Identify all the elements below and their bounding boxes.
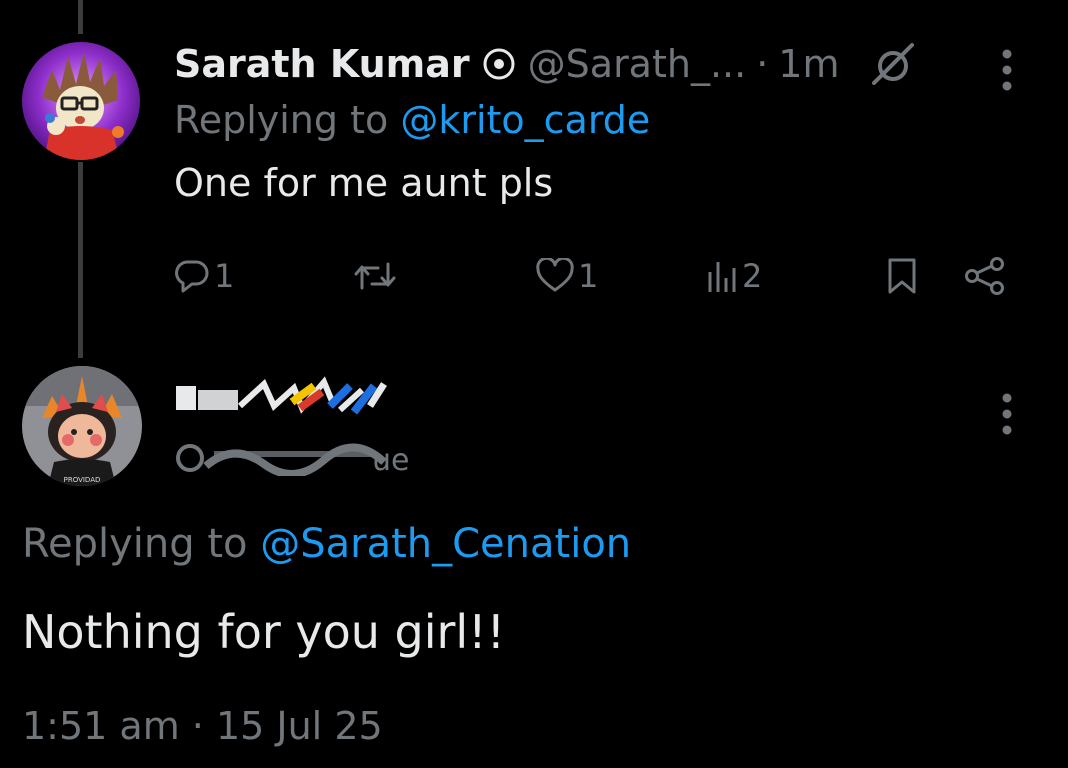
retweet-button[interactable] <box>354 248 400 304</box>
tweet-time[interactable]: 1m <box>778 42 839 86</box>
mention-link[interactable]: @krito_carde <box>400 98 650 142</box>
avatar[interactable]: PROVIDAD <box>22 366 142 486</box>
views-button[interactable]: 2 <box>706 248 762 304</box>
replying-to: Replying to @Sarath_Cenation <box>22 514 1022 574</box>
view-count: 2 <box>742 257 763 295</box>
like-icon <box>536 258 574 292</box>
reply-icon <box>175 260 209 293</box>
separator: · <box>756 42 769 86</box>
replying-prefix: Replying to <box>174 98 401 142</box>
avatar-image <box>22 42 140 160</box>
replying-prefix: Replying to <box>22 521 261 567</box>
tweet-header: Sarath Kumar @Sarath_... · 1m <box>174 36 1034 92</box>
bookmark-icon <box>888 258 916 294</box>
thread-line <box>78 162 83 358</box>
like-count: 1 <box>578 257 599 295</box>
redacted-author-name <box>176 376 387 415</box>
reply-count: 1 <box>214 257 235 295</box>
views-icon <box>708 262 736 292</box>
svg-text:ue: ue <box>372 443 409 476</box>
avatar-shirt-text: PROVIDAD <box>64 476 101 484</box>
bookmark-button[interactable] <box>886 248 918 304</box>
main-tweet[interactable]: Replying to @Sarath_Cenation Nothing for… <box>22 514 1022 756</box>
reply-tweet[interactable]: Sarath Kumar @Sarath_... · 1m Replying t… <box>174 36 1034 214</box>
tweet-text: Nothing for you girl!! <box>22 605 506 659</box>
reply-button[interactable]: 1 <box>174 248 234 304</box>
like-button[interactable]: 1 <box>536 248 598 304</box>
author-handle[interactable]: @Sarath_... <box>528 42 747 86</box>
thread-line-top <box>78 0 83 34</box>
more-icon[interactable] <box>1001 392 1013 436</box>
mention-link[interactable]: @Sarath_Cenation <box>260 521 631 567</box>
action-bar: 1 1 2 <box>174 248 1014 304</box>
redacted-author-handle: ue <box>176 443 409 476</box>
share-button[interactable] <box>964 248 1006 304</box>
more-icon[interactable] <box>1001 48 1013 92</box>
tweet-text: One for me aunt pls <box>174 161 554 205</box>
avatar-image: PROVIDAD <box>22 366 142 486</box>
tweet-timestamp[interactable]: 1:51 am · 15 Jul 25 <box>22 696 1022 756</box>
share-icon <box>965 257 1004 295</box>
verified-icon <box>483 48 515 80</box>
replying-to: Replying to @krito_carde <box>174 92 1034 148</box>
avatar[interactable] <box>22 42 140 160</box>
grok-icon[interactable] <box>868 43 918 85</box>
retweet-icon <box>354 262 396 290</box>
author-name[interactable]: Sarath Kumar <box>174 42 470 86</box>
